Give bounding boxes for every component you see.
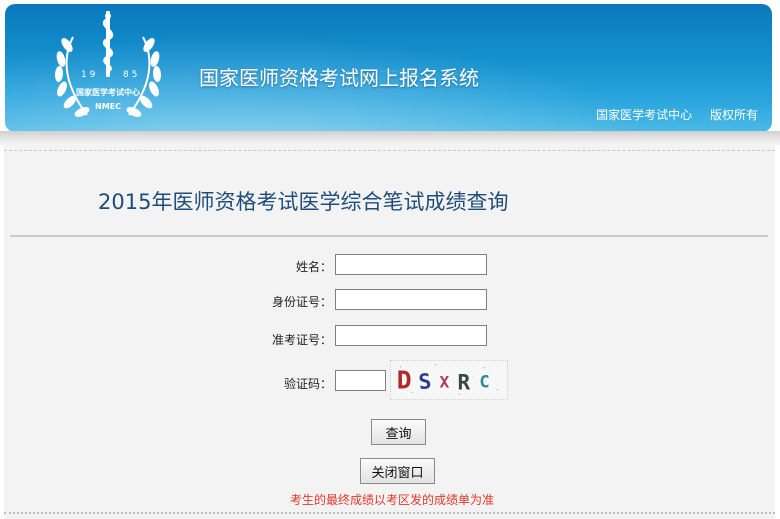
captcha-char-4: R [458, 371, 471, 395]
svg-text:NMEC: NMEC [95, 102, 121, 111]
header-shadow [0, 131, 780, 145]
query-button[interactable]: 查询 [371, 419, 426, 445]
name-input[interactable] [335, 254, 487, 275]
captcha-char-3: X [440, 373, 450, 392]
header-link-center[interactable]: 国家医学考试中心 [596, 108, 692, 122]
content-bottom-divider [4, 512, 775, 514]
nmec-emblem-icon: 1 9 8 5 国家医学考试中心 NMEC [54, 11, 162, 117]
captcha-label: 验证码： [283, 377, 332, 391]
page-title: 2015年医师资格考试医学综合笔试成绩查询 [98, 190, 509, 214]
id-number-label: 身份证号： [271, 295, 332, 309]
id-number-input[interactable] [335, 289, 487, 310]
system-title-reflection: 国家医师资格考试网上报名系统 [199, 68, 479, 82]
captcha-char-1: D [397, 366, 412, 395]
content-top-divider [4, 150, 775, 151]
title-divider [10, 235, 768, 237]
captcha-image[interactable]: D S X R C [390, 360, 508, 400]
svg-text:1 9: 1 9 [81, 70, 96, 80]
header-links: 国家医学考试中心 版权所有 [582, 106, 758, 123]
site-header: 1 9 8 5 国家医学考试中心 NMEC 国家医师资格考试网上报名系统 国家医… [5, 4, 772, 132]
svg-text:8 5: 8 5 [123, 70, 137, 80]
close-window-button[interactable]: 关闭窗口 [360, 458, 435, 484]
score-notice: 考生的最终成绩以考区发的成绩单为准 [290, 493, 495, 507]
header-link-copyright[interactable]: 版权所有 [710, 108, 758, 122]
captcha-char-2: S [417, 369, 432, 394]
captcha-input[interactable] [335, 370, 386, 391]
svg-text:国家医学考试中心: 国家医学考试中心 [76, 87, 140, 97]
ticket-number-input[interactable] [335, 325, 487, 346]
name-label: 姓名： [295, 260, 332, 274]
ticket-number-label: 准考证号： [271, 333, 332, 347]
captcha-char-5: C [479, 373, 489, 393]
